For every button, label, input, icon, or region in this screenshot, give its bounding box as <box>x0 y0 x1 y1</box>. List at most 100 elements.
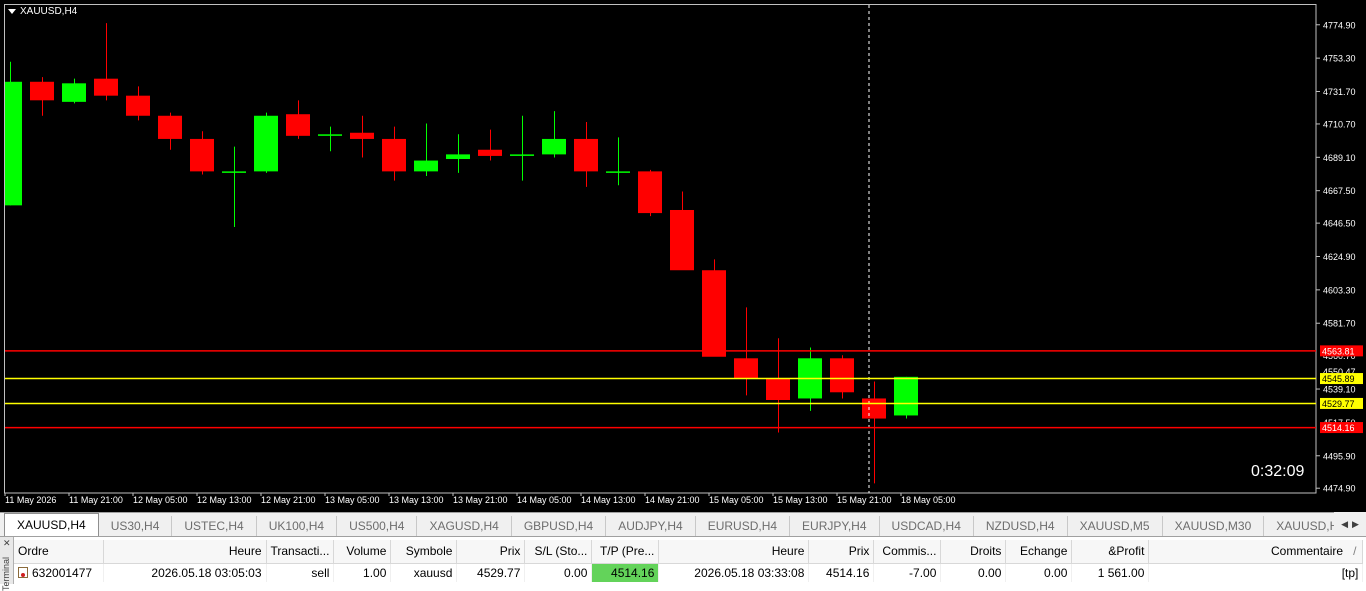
time-tick-label: 14 May 05:00 <box>517 495 572 505</box>
cell-commission: -7.00 <box>873 563 942 582</box>
table-header-row: Ordre Heure Transacti... Volume Symbole … <box>14 540 1364 564</box>
col-header-heure-close[interactable]: Heure <box>658 540 810 564</box>
price-chart[interactable]: 4774.90 4753.30 4731.70 4710.70 4689.10 4667.… <box>0 0 1366 512</box>
tab-xagusd-h4[interactable]: XAGUSD,H4 <box>417 516 512 536</box>
price-tick-label: 4624.90 <box>1323 252 1356 262</box>
col-header-tp[interactable]: T/P (Pre... <box>591 540 660 564</box>
col-header-prix[interactable]: Prix <box>456 540 526 564</box>
candle-bear <box>670 209 694 271</box>
time-tick-label: 15 May 05:00 <box>709 495 764 505</box>
candle-bear <box>638 171 662 214</box>
candle-bear <box>30 81 54 101</box>
candle-bear <box>862 398 886 419</box>
col-header-commentaire-label: Commentaire <box>1271 544 1344 559</box>
price-tick-label: 4689.10 <box>1323 153 1356 163</box>
price-marker-label: 4545.89 <box>1322 374 1355 384</box>
candle-bear <box>702 270 726 357</box>
col-header-commission[interactable]: Commis... <box>873 540 942 564</box>
price-tick-label: 4581.70 <box>1323 319 1356 329</box>
col-header-commentaire[interactable]: Commentaire / <box>1148 540 1364 564</box>
candle-bull <box>414 160 438 172</box>
price-tick-label: 4539.10 <box>1323 385 1356 395</box>
tab-scroll-buttons: ◀ ▶ <box>1334 512 1366 536</box>
tab-eurjpy-h4[interactable]: EURJPY,H4 <box>790 516 880 536</box>
candle-bear <box>766 378 790 401</box>
col-header-ordre[interactable]: Ordre <box>14 540 104 564</box>
candle-bear <box>574 138 598 172</box>
candle-bear <box>158 115 182 139</box>
col-header-symbole[interactable]: Symbole <box>390 540 458 564</box>
price-tick-label: 4753.30 <box>1323 54 1356 64</box>
candle-bull <box>318 134 342 136</box>
cell-prix: 4529.77 <box>456 563 526 582</box>
cell-sl: 0.00 <box>524 563 593 582</box>
tab-ustec-h4[interactable]: USTEC,H4 <box>172 516 257 536</box>
price-tick-label: 4774.90 <box>1323 20 1356 30</box>
cell-profit: 1 561.00 <box>1071 563 1150 582</box>
price-marker-label: 4514.16 <box>1322 423 1355 433</box>
time-tick-label: 18 May 05:00 <box>901 495 956 505</box>
tab-gbpusd-h4[interactable]: GBPUSD,H4 <box>512 516 607 536</box>
cell-tp: 4514.16 <box>591 563 660 582</box>
candle-bear <box>94 78 118 96</box>
cell-heure-close: 2026.05.18 03:33:08 <box>658 563 810 582</box>
tab-audjpy-h4[interactable]: AUDJPY,H4 <box>606 516 696 536</box>
col-header-prix-close[interactable]: Prix <box>808 540 875 564</box>
chart-menu-triangle-icon[interactable] <box>8 9 16 14</box>
col-header-transaction[interactable]: Transacti... <box>266 540 335 564</box>
candle-bull <box>542 138 566 155</box>
tab-usdcad-h4[interactable]: USDCAD,H4 <box>880 516 974 536</box>
time-tick-label: 14 May 21:00 <box>645 495 700 505</box>
candle-bear <box>350 132 374 139</box>
time-tick-label: 12 May 21:00 <box>261 495 316 505</box>
price-tick-label: 4474.90 <box>1323 484 1356 494</box>
tab-uk100-h4[interactable]: UK100,H4 <box>257 516 338 536</box>
scroll-left-icon[interactable]: ◀ <box>1341 519 1348 530</box>
time-tick-label: 12 May 13:00 <box>197 495 252 505</box>
tab-nzdusd-h4[interactable]: NZDUSD,H4 <box>974 516 1068 536</box>
time-tick-label: 13 May 05:00 <box>325 495 380 505</box>
col-header-volume[interactable]: Volume <box>333 540 392 564</box>
col-header-profit[interactable]: &Profit <box>1071 540 1150 564</box>
cell-prix-close: 4514.16 <box>808 563 875 582</box>
cell-heure: 2026.05.18 03:05:03 <box>103 563 267 582</box>
tab-us30-h4[interactable]: US30,H4 <box>99 516 173 536</box>
sort-indicator: / <box>1353 544 1357 559</box>
cell-echange: 0.00 <box>1005 563 1073 582</box>
time-tick-label: 11 May 21:00 <box>69 495 123 505</box>
price-tick-label: 4603.30 <box>1323 285 1356 295</box>
tab-us500-h4[interactable]: US500,H4 <box>337 516 418 536</box>
cell-transaction: sell <box>266 563 335 582</box>
tab-xauusd-m5[interactable]: XAUUSD,M5 <box>1068 516 1163 536</box>
table-row[interactable]: 632001477 2026.05.18 03:05:03 sell 1.00 … <box>14 563 1364 582</box>
cell-symbole: xauusd <box>390 563 458 582</box>
col-header-droits[interactable]: Droits <box>940 540 1007 564</box>
cell-ordre-value: 632001477 <box>32 565 93 580</box>
chart-area[interactable]: 4774.90 4753.30 4731.70 4710.70 4689.10 4667.… <box>0 0 1366 512</box>
tab-xauusd-m30[interactable]: XAUUSD,M30 <box>1163 516 1265 536</box>
terminal-side-label: Terminal <box>1 557 11 591</box>
chart-symbol-title[interactable]: XAUUSD,H4 <box>8 6 77 17</box>
close-icon[interactable]: ✕ <box>3 538 11 549</box>
time-tick-label: 14 May 13:00 <box>581 495 636 505</box>
scroll-right-icon[interactable]: ▶ <box>1352 519 1359 530</box>
price-marker-label: 4563.81 <box>1322 346 1355 356</box>
terminal-panel: ✕ Terminal Ordre Heure Transacti... Volu… <box>0 536 1366 591</box>
col-header-echange[interactable]: Echange <box>1005 540 1073 564</box>
candle-bear <box>286 114 310 136</box>
col-header-sl[interactable]: S/L (Sto... <box>524 540 593 564</box>
chart-title-text: XAUUSD,H4 <box>20 6 78 17</box>
tab-eurusd-h4[interactable]: EURUSD,H4 <box>696 516 791 536</box>
candle-bull <box>62 83 86 102</box>
cell-ordre: 632001477 <box>14 563 104 582</box>
candle-bear <box>126 95 150 116</box>
time-tick-label: 15 May 13:00 <box>773 495 828 505</box>
time-tick-label: 13 May 13:00 <box>389 495 444 505</box>
cell-volume: 1.00 <box>333 563 392 582</box>
candle-bear <box>478 149 502 156</box>
price-tick-label: 4731.70 <box>1323 87 1356 97</box>
tab-xauusd-h4[interactable]: XAUUSD,H4 <box>4 513 99 536</box>
col-header-heure[interactable]: Heure <box>103 540 267 564</box>
price-tick-label: 4710.70 <box>1323 119 1356 129</box>
time-tick-label: 12 May 05:00 <box>133 495 188 505</box>
